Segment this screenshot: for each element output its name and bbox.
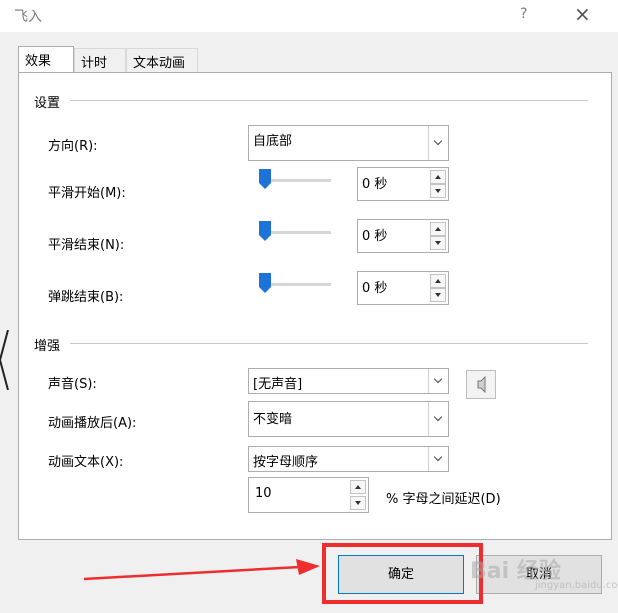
sound-value: [无声音] bbox=[253, 377, 303, 392]
letter-delay-value: 10 bbox=[255, 486, 272, 501]
help-button[interactable]: ? bbox=[520, 6, 527, 22]
tab-text-animation[interactable]: 文本动画 bbox=[126, 48, 198, 72]
enhance-group-title: 增强 bbox=[34, 339, 61, 354]
smooth-end-spinbox[interactable]: 0 秒 bbox=[357, 219, 449, 253]
spin-up-icon[interactable] bbox=[430, 222, 446, 236]
after-animation-label: 动画播放后(A): bbox=[48, 416, 137, 431]
spin-down-icon[interactable] bbox=[430, 236, 446, 250]
sound-label: 声音(S): bbox=[48, 377, 97, 392]
letter-delay-label: % 字母之间延迟(D) bbox=[386, 492, 501, 507]
spin-up-icon[interactable] bbox=[430, 274, 446, 288]
spin-down-icon[interactable] bbox=[350, 496, 366, 510]
chevron-down-icon[interactable] bbox=[428, 447, 448, 471]
animate-text-dropdown[interactable]: 按字母顺序 bbox=[248, 446, 449, 472]
background-shape-outline bbox=[0, 330, 9, 390]
chevron-down-icon[interactable] bbox=[428, 369, 448, 393]
direction-value: 自底部 bbox=[253, 134, 293, 149]
animate-text-value: 按字母顺序 bbox=[253, 455, 319, 470]
chevron-down-icon[interactable] bbox=[428, 402, 448, 436]
sound-dropdown[interactable]: [无声音] bbox=[248, 368, 449, 394]
arrow-annotation bbox=[83, 559, 320, 581]
tab-timing[interactable]: 计时 bbox=[74, 48, 126, 72]
direction-dropdown[interactable]: 自底部 bbox=[248, 125, 449, 161]
spin-down-icon[interactable] bbox=[430, 288, 446, 302]
after-animation-value: 不变暗 bbox=[253, 412, 293, 427]
spin-up-icon[interactable] bbox=[430, 170, 446, 184]
smooth-start-label: 平滑开始(M): bbox=[48, 186, 126, 201]
settings-group-title: 设置 bbox=[34, 96, 61, 111]
bounce-end-label: 弹跳结束(B): bbox=[48, 290, 124, 305]
animate-text-label: 动画文本(X): bbox=[48, 455, 124, 470]
after-animation-dropdown[interactable]: 不变暗 bbox=[248, 401, 449, 437]
bounce-end-spinbox[interactable]: 0 秒 bbox=[357, 271, 449, 305]
direction-label: 方向(R): bbox=[48, 139, 98, 154]
settings-divider bbox=[70, 100, 588, 101]
smooth-end-value: 0 秒 bbox=[362, 229, 388, 244]
dialog-title: 飞入 bbox=[14, 9, 42, 25]
watermark-sub: jingyan.baidu.com bbox=[535, 580, 618, 591]
spin-up-icon[interactable] bbox=[350, 480, 366, 494]
tab-effect[interactable]: 效果 bbox=[18, 46, 74, 72]
smooth-start-spinbox[interactable]: 0 秒 bbox=[357, 167, 449, 201]
chevron-down-icon[interactable] bbox=[428, 126, 448, 160]
spin-down-icon[interactable] bbox=[430, 184, 446, 198]
highlight-box bbox=[322, 543, 483, 604]
smooth-end-label: 平滑结束(N): bbox=[48, 238, 125, 253]
close-button[interactable]: × bbox=[574, 2, 591, 26]
letter-delay-spinbox[interactable]: 10 bbox=[248, 477, 369, 513]
smooth-start-value: 0 秒 bbox=[362, 177, 388, 192]
bounce-end-value: 0 秒 bbox=[362, 281, 388, 296]
enhance-divider bbox=[70, 343, 588, 344]
speaker-icon[interactable] bbox=[466, 370, 496, 399]
